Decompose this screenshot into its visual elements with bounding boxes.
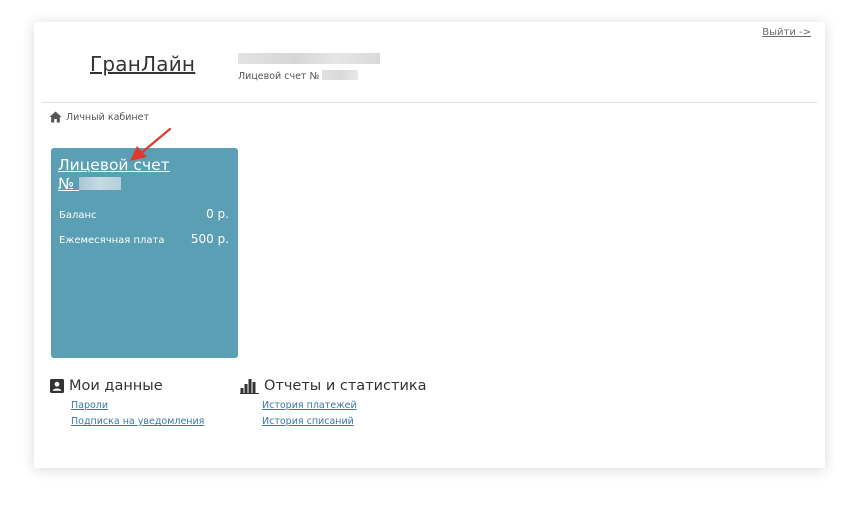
brand-logo-link[interactable]: ГранЛайн: [90, 52, 195, 76]
monthly-fee-row: Ежемесячная плата 500 р.: [59, 232, 229, 246]
account-card-title-line2: №: [58, 175, 75, 193]
page: Выйти -> ГранЛайн Лицевой счет № Личный …: [0, 0, 860, 512]
payments-history-link[interactable]: История платежей: [262, 400, 427, 411]
breadcrumb-item-cabinet[interactable]: Личный кабинет: [66, 112, 149, 123]
account-header: Лицевой счет №: [238, 53, 380, 82]
breadcrumb: Личный кабинет: [49, 111, 149, 123]
balance-value: 0 р.: [206, 207, 229, 221]
account-number-label: Лицевой счет №: [238, 70, 380, 82]
section-reports-title: Отчеты и статистика: [264, 378, 427, 394]
bar-chart-icon: [240, 379, 259, 394]
notifications-subscription-link[interactable]: Подписка на уведомления: [71, 416, 204, 427]
redacted-card-account-number: [79, 177, 122, 190]
section-my-data-header: Мои данные: [49, 378, 204, 394]
main-panel: Выйти -> ГранЛайн Лицевой счет № Личный …: [34, 22, 825, 468]
section-my-data: Мои данные Пароли Подписка на уведомлени…: [49, 378, 204, 432]
reports-links: История платежей История списаний: [240, 400, 427, 427]
section-reports: Отчеты и статистика История платежей Ист…: [240, 378, 427, 432]
balance-row: Баланс 0 р.: [59, 207, 229, 221]
passwords-link[interactable]: Пароли: [71, 400, 204, 411]
monthly-fee-label: Ежемесячная плата: [59, 235, 165, 246]
annotation-arrow-icon: [130, 127, 172, 161]
contact-card-icon: [50, 379, 64, 393]
section-reports-header: Отчеты и статистика: [240, 378, 427, 394]
balance-label: Баланс: [59, 210, 97, 221]
charges-history-link[interactable]: История списаний: [262, 416, 427, 427]
logout-link[interactable]: Выйти ->: [762, 27, 811, 38]
redacted-account-name: [238, 53, 380, 64]
account-card[interactable]: Лицевой счет № Баланс 0 р. Ежемесячная п…: [51, 148, 238, 358]
monthly-fee-value: 500 р.: [190, 232, 229, 246]
my-data-links: Пароли Подписка на уведомления: [49, 400, 204, 427]
redacted-account-number: [322, 70, 359, 80]
home-icon: [49, 111, 62, 123]
header-divider: [42, 102, 817, 103]
section-my-data-title: Мои данные: [69, 378, 163, 394]
account-number-prefix: Лицевой счет №: [238, 71, 320, 82]
